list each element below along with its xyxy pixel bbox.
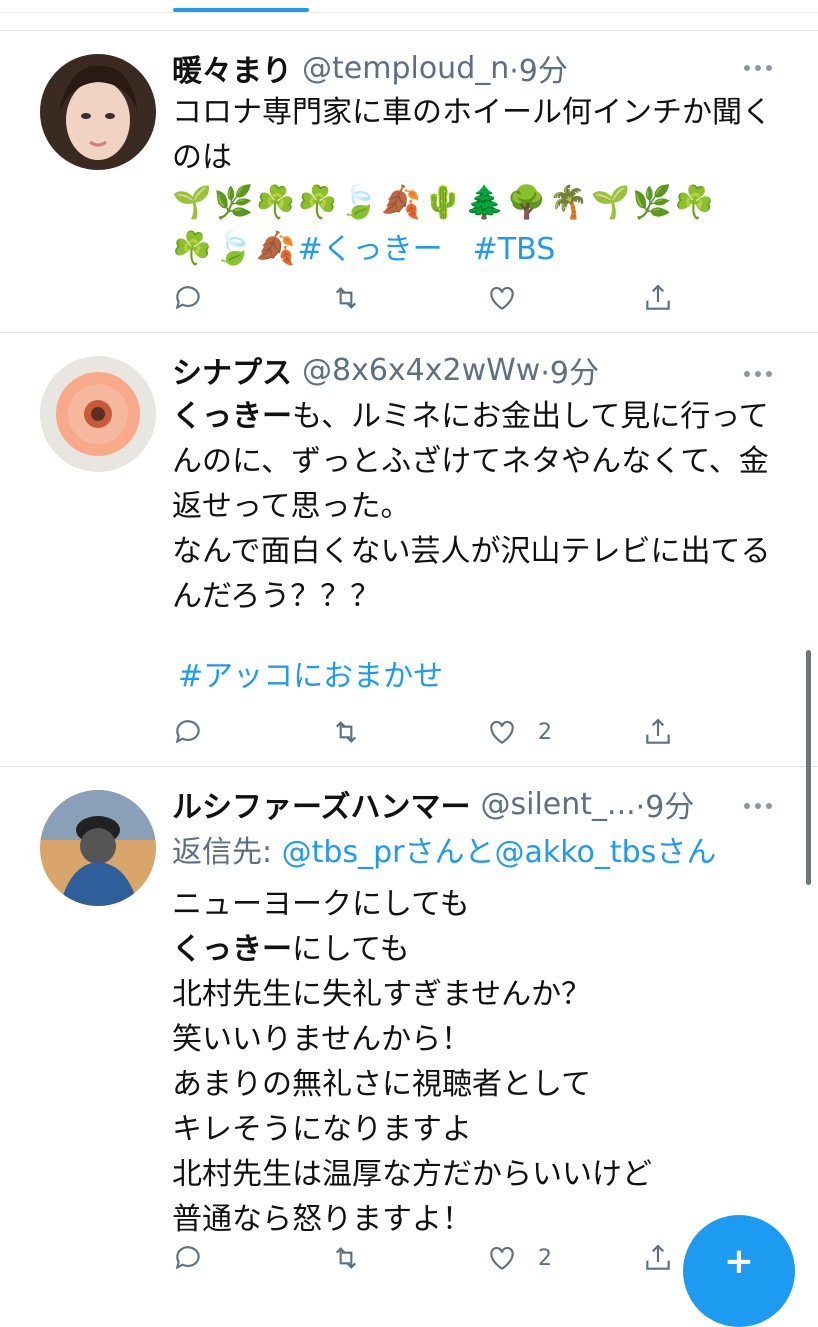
reply-to: 返信先: @tbs_prさんと@akko_tbsさん — [172, 830, 782, 875]
compose-tweet-button[interactable]: + — [683, 1215, 795, 1327]
share-button[interactable] — [642, 1238, 674, 1278]
active-tab-indicator — [173, 8, 309, 12]
more-options-icon[interactable] — [744, 796, 778, 816]
like-button[interactable] — [486, 278, 518, 318]
retweet-button[interactable] — [330, 278, 362, 318]
display-name[interactable]: ルシファーズハンマー — [172, 782, 471, 826]
tweet-header: シナプス @8x6x4x2wWw ·9分 — [172, 348, 599, 392]
avatar[interactable] — [40, 790, 156, 906]
tab-divider — [0, 12, 818, 13]
bold-keyword: くっきー — [172, 399, 292, 434]
timestamp[interactable]: ·9分 — [509, 46, 568, 90]
retweet-icon — [335, 287, 357, 309]
display-name[interactable]: シナプス — [172, 348, 292, 392]
tweet-text: くっきーも、ルミネにお金出して見に行ってんのに、ずっとふざけてネタやんなくて、金… — [172, 394, 782, 619]
compose-icon: + — [723, 1241, 755, 1282]
reply-to-link[interactable]: @tbs_prさんと@akko_tbsさん — [282, 835, 717, 870]
tweet-text: コロナ専門家に車のホイール何インチか聞くのは 🌱🌿☘️☘️🍃🍂🌵🌲🌳🌴🌱🌿☘️ … — [172, 90, 782, 272]
retweet-button[interactable] — [330, 1238, 362, 1278]
heart-icon — [490, 286, 514, 310]
tweet-header: ルシファーズハンマー @silent_... ·9分 — [172, 782, 695, 826]
share-button[interactable] — [642, 278, 674, 318]
tweet-1[interactable]: 暖々まり @temploud_n ·9分 コロナ専門家に車のホイール何インチか聞… — [0, 32, 818, 333]
tweet-actions: 2 — [172, 1238, 732, 1278]
hashtag-link[interactable]: #アッコにおまかせ — [178, 659, 443, 694]
tweet-3[interactable]: ルシファーズハンマー @silent_... ·9分 返信先: @tbs_prさ… — [0, 768, 818, 1280]
reply-prefix: 返信先: — [172, 835, 282, 870]
tweet-actions — [172, 278, 732, 318]
tweet-text-content: 北村先生に失礼すぎませんか？ 笑いいりませんから！ あまりの無礼さに視聴者として… — [172, 977, 652, 1237]
display-name[interactable]: 暖々まり — [172, 46, 292, 90]
like-button[interactable]: 2 — [486, 1238, 552, 1278]
share-icon — [646, 284, 670, 310]
like-count: 2 — [538, 1245, 552, 1271]
avatar[interactable] — [40, 356, 156, 472]
reply-icon — [175, 720, 200, 744]
tweet-text-content: コロナ専門家に車のホイール何インチか聞くのは — [172, 95, 772, 175]
reply-button[interactable] — [172, 278, 204, 318]
share-button[interactable] — [642, 712, 674, 752]
hashtag-link[interactable]: #くっきー — [298, 232, 443, 267]
scrollbar[interactable] — [806, 650, 811, 885]
more-options-icon[interactable] — [744, 364, 778, 384]
reply-button[interactable] — [172, 1238, 204, 1278]
reply-button[interactable] — [172, 712, 204, 752]
tweet-2[interactable]: シナプス @8x6x4x2wWw ·9分 くっきーも、ルミネにお金出して見に行っ… — [0, 334, 818, 767]
share-icon — [646, 718, 670, 744]
more-options-icon[interactable] — [744, 58, 778, 78]
heart-icon — [490, 1246, 514, 1270]
retweet-button[interactable] — [330, 712, 362, 752]
like-button[interactable]: 2 — [486, 712, 552, 752]
tweet-header: 暖々まり @temploud_n ·9分 — [172, 46, 568, 90]
retweet-icon — [335, 721, 357, 743]
like-count: 2 — [538, 719, 552, 745]
heart-icon — [490, 720, 514, 744]
hashtag-link[interactable]: #TBS — [473, 232, 556, 267]
share-icon — [646, 1244, 670, 1270]
tweet-line: ニューヨークにしても — [172, 887, 470, 922]
hashtag-row: #アッコにおまかせ — [178, 654, 788, 699]
tweet-text: ニューヨークにしても くっきーにしても 北村先生に失礼すぎませんか？ 笑いいりま… — [172, 882, 782, 1242]
emoji-row: 🌱🌿☘️☘️🍃🍂🌵🌲🌳🌴🌱🌿☘️ — [172, 183, 716, 221]
user-handle[interactable]: @silent_... — [481, 787, 636, 822]
timestamp[interactable]: ·9分 — [540, 348, 599, 392]
top-tab-bar — [0, 0, 818, 31]
timestamp[interactable]: ·9分 — [636, 782, 695, 826]
reply-icon — [175, 1246, 200, 1270]
emoji-row-2: ☘️🍃🍂 — [172, 229, 298, 267]
user-handle[interactable]: @temploud_n — [302, 51, 509, 86]
bold-keyword: くっきー — [172, 932, 292, 967]
reply-icon — [175, 286, 200, 310]
user-handle[interactable]: @8x6x4x2wWw — [302, 353, 540, 388]
tweet-actions: 2 — [172, 712, 732, 752]
avatar[interactable] — [40, 54, 156, 170]
tweet-line: にしても — [292, 932, 410, 967]
retweet-icon — [335, 1247, 357, 1269]
